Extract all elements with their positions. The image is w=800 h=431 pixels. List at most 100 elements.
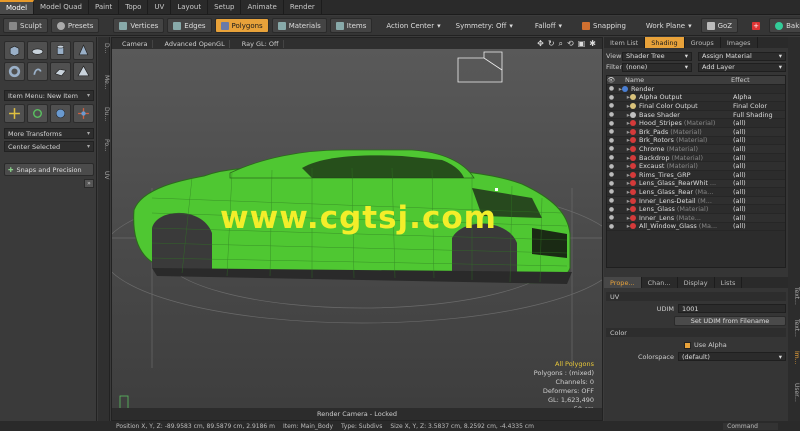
- uv-section-header[interactable]: UV: [606, 292, 786, 301]
- tab-item-list[interactable]: Item List: [604, 37, 646, 48]
- properties-side-tab[interactable]: Text...: [788, 319, 800, 337]
- visibility-eye-icon[interactable]: ●: [607, 171, 616, 178]
- properties-side-tab[interactable]: Im...: [788, 351, 800, 364]
- visibility-eye-icon[interactable]: ●: [607, 145, 616, 152]
- torus-tool[interactable]: [4, 62, 25, 81]
- cylinder-tool[interactable]: [50, 41, 71, 60]
- view-dropdown[interactable]: Shader Tree ▾: [622, 51, 692, 61]
- assign-material-dropdown[interactable]: Assign Material ▾: [698, 51, 786, 61]
- expand-arrow-icon[interactable]: ▸: [616, 136, 630, 144]
- rotate-tool[interactable]: [27, 104, 48, 123]
- properties-tab[interactable]: Chan...: [642, 277, 678, 288]
- center-selected-dropdown[interactable]: Center Selected ▾: [4, 141, 94, 152]
- tool-category-tab[interactable]: Po...: [98, 139, 110, 152]
- tool-category-tab[interactable]: Du...: [98, 107, 110, 121]
- command-input[interactable]: Command: [723, 422, 778, 430]
- visibility-eye-icon[interactable]: ●: [607, 206, 616, 213]
- shader-tree-row[interactable]: ● ▸ Inner_Lens-Detail (M... (all): [607, 197, 785, 206]
- shader-tree-row[interactable]: ● ▸ Lens_Glass_Rear (Ma... (all): [607, 188, 785, 197]
- expand-arrow-icon[interactable]: ▸: [616, 128, 630, 136]
- shader-tree-row[interactable]: ● ▸ Chrome (Material) (all): [607, 145, 785, 154]
- expand-arrow-icon[interactable]: ▸: [616, 93, 630, 101]
- filter-dropdown[interactable]: (none) ▾: [622, 62, 692, 72]
- vertices-button[interactable]: Vertices: [113, 18, 165, 33]
- shader-tree-row[interactable]: ● ▸ Lens_Glass_RearWhit... (all): [607, 179, 785, 189]
- cone-tool[interactable]: [73, 41, 94, 60]
- sculpt-button[interactable]: Sculpt: [3, 18, 48, 33]
- materials-button[interactable]: Materials: [271, 18, 327, 33]
- shader-tree-row[interactable]: ● ▸ All_Window_Glass (Ma... (all): [607, 222, 785, 232]
- expand-arrow-icon[interactable]: ▸: [616, 102, 630, 110]
- baking-ui-button[interactable]: Baking UI: [769, 18, 800, 33]
- properties-side-tab[interactable]: Text...: [788, 287, 800, 305]
- layout-tab-paint[interactable]: Paint: [89, 0, 120, 14]
- shader-tree-row[interactable]: ● ▸ Backdrop (Material) (all): [607, 154, 785, 163]
- presets-button[interactable]: Presets: [50, 18, 100, 33]
- items-button[interactable]: Items: [329, 18, 373, 33]
- shader-tree-row[interactable]: ● ▸ Inner_Lens (Mate... (all): [607, 214, 785, 223]
- properties-side-tab[interactable]: User...: [788, 383, 800, 402]
- visibility-eye-icon[interactable]: ●: [607, 223, 616, 230]
- shader-tree-row[interactable]: ● ▸ Final Color Output Final Color: [607, 102, 785, 111]
- expand-arrow-icon[interactable]: ▸: [616, 188, 630, 196]
- tool-category-tab[interactable]: Me...: [98, 75, 110, 90]
- expand-arrow-icon[interactable]: ▸: [616, 119, 630, 127]
- visibility-eye-icon[interactable]: ●: [607, 180, 616, 187]
- properties-tab[interactable]: Display: [678, 277, 715, 288]
- expand-arrow-icon[interactable]: ▸: [616, 154, 630, 162]
- shader-tree-row[interactable]: ● ▸ Alpha Output Alpha: [607, 93, 785, 103]
- cube-tool[interactable]: [4, 41, 25, 60]
- pen-tool[interactable]: [27, 62, 48, 81]
- shader-tree-row[interactable]: ● ▸ Lens_Glass (Material) (all): [607, 205, 785, 214]
- properties-tab[interactable]: Lists: [715, 277, 743, 288]
- shader-tree-row[interactable]: ● ▸ Render: [607, 85, 785, 94]
- edges-button[interactable]: Edges: [167, 18, 212, 33]
- pyramid-tool[interactable]: [73, 62, 94, 81]
- symmetry-dropdown[interactable]: Symmetry: Off ▾: [450, 18, 519, 33]
- layout-tab-animate[interactable]: Animate: [241, 0, 284, 14]
- transform-tool[interactable]: [73, 104, 94, 123]
- layout-tab-uv[interactable]: UV: [148, 0, 172, 14]
- visibility-eye-icon[interactable]: ●: [607, 137, 616, 144]
- item-menu-dropdown[interactable]: Item Menu: New Item ▾: [4, 90, 94, 101]
- visibility-eye-icon[interactable]: ●: [607, 214, 616, 221]
- layout-tab-model-quad[interactable]: Model Quad: [34, 0, 89, 14]
- expand-arrow-icon[interactable]: ▸: [616, 205, 630, 213]
- visibility-eye-icon[interactable]: ●: [607, 163, 616, 170]
- 3d-viewport[interactable]: Camera Advanced OpenGL Ray GL: Off ✥ ↻ ⌕…: [111, 37, 603, 421]
- visibility-eye-icon[interactable]: ●: [607, 188, 616, 195]
- shader-tree-row[interactable]: ● ▸ Brk_Rotors (Material) (all): [607, 136, 785, 146]
- visibility-eye-icon[interactable]: ●: [607, 154, 616, 161]
- expand-arrow-icon[interactable]: ▸: [616, 197, 630, 205]
- visibility-eye-icon[interactable]: ●: [607, 197, 616, 204]
- visibility-eye-icon[interactable]: ●: [607, 111, 616, 118]
- shader-tree-row[interactable]: ● ▸ Rims_Tires_GRP (all): [607, 171, 785, 180]
- checkbox-checked-icon[interactable]: [684, 341, 691, 349]
- more-transforms-dropdown[interactable]: More Transforms ▾: [4, 128, 94, 139]
- visibility-eye-icon[interactable]: ●: [607, 94, 616, 101]
- expand-arrow-icon[interactable]: ▸: [616, 222, 630, 230]
- expand-arrow-icon[interactable]: ▸: [616, 214, 630, 222]
- tab-images[interactable]: Images: [721, 37, 758, 48]
- expand-arrow-icon[interactable]: ▸: [616, 171, 630, 179]
- shader-tree-row[interactable]: ● ▸ Brk_Pads (Material) (all): [607, 128, 785, 137]
- add-button[interactable]: +: [746, 18, 766, 33]
- add-layer-dropdown[interactable]: Add Layer ▾: [698, 62, 786, 72]
- expand-arrow-icon[interactable]: ▸: [616, 145, 630, 153]
- layout-tab-render[interactable]: Render: [284, 0, 322, 14]
- udim-input[interactable]: 1001: [678, 304, 786, 313]
- expand-icon[interactable]: »: [84, 179, 94, 188]
- visibility-eye-icon[interactable]: ●: [607, 120, 616, 127]
- polygons-button[interactable]: Polygons: [214, 18, 269, 33]
- expand-arrow-icon[interactable]: ▸: [616, 162, 630, 170]
- disc-tool[interactable]: [27, 41, 48, 60]
- color-section-header[interactable]: Color: [606, 328, 786, 337]
- snapping-button[interactable]: Snapping: [576, 18, 632, 33]
- properties-tab[interactable]: Prope...: [604, 277, 642, 288]
- visibility-eye-icon[interactable]: ●: [607, 85, 616, 92]
- visibility-eye-icon[interactable]: ●: [607, 128, 616, 135]
- layout-tab-setup[interactable]: Setup: [208, 0, 242, 14]
- tab-groups[interactable]: Groups: [685, 37, 721, 48]
- goz-button[interactable]: GoZ: [700, 18, 739, 33]
- shader-tree-row[interactable]: ● ▸ Hood_Stripes (Material) (all): [607, 119, 785, 128]
